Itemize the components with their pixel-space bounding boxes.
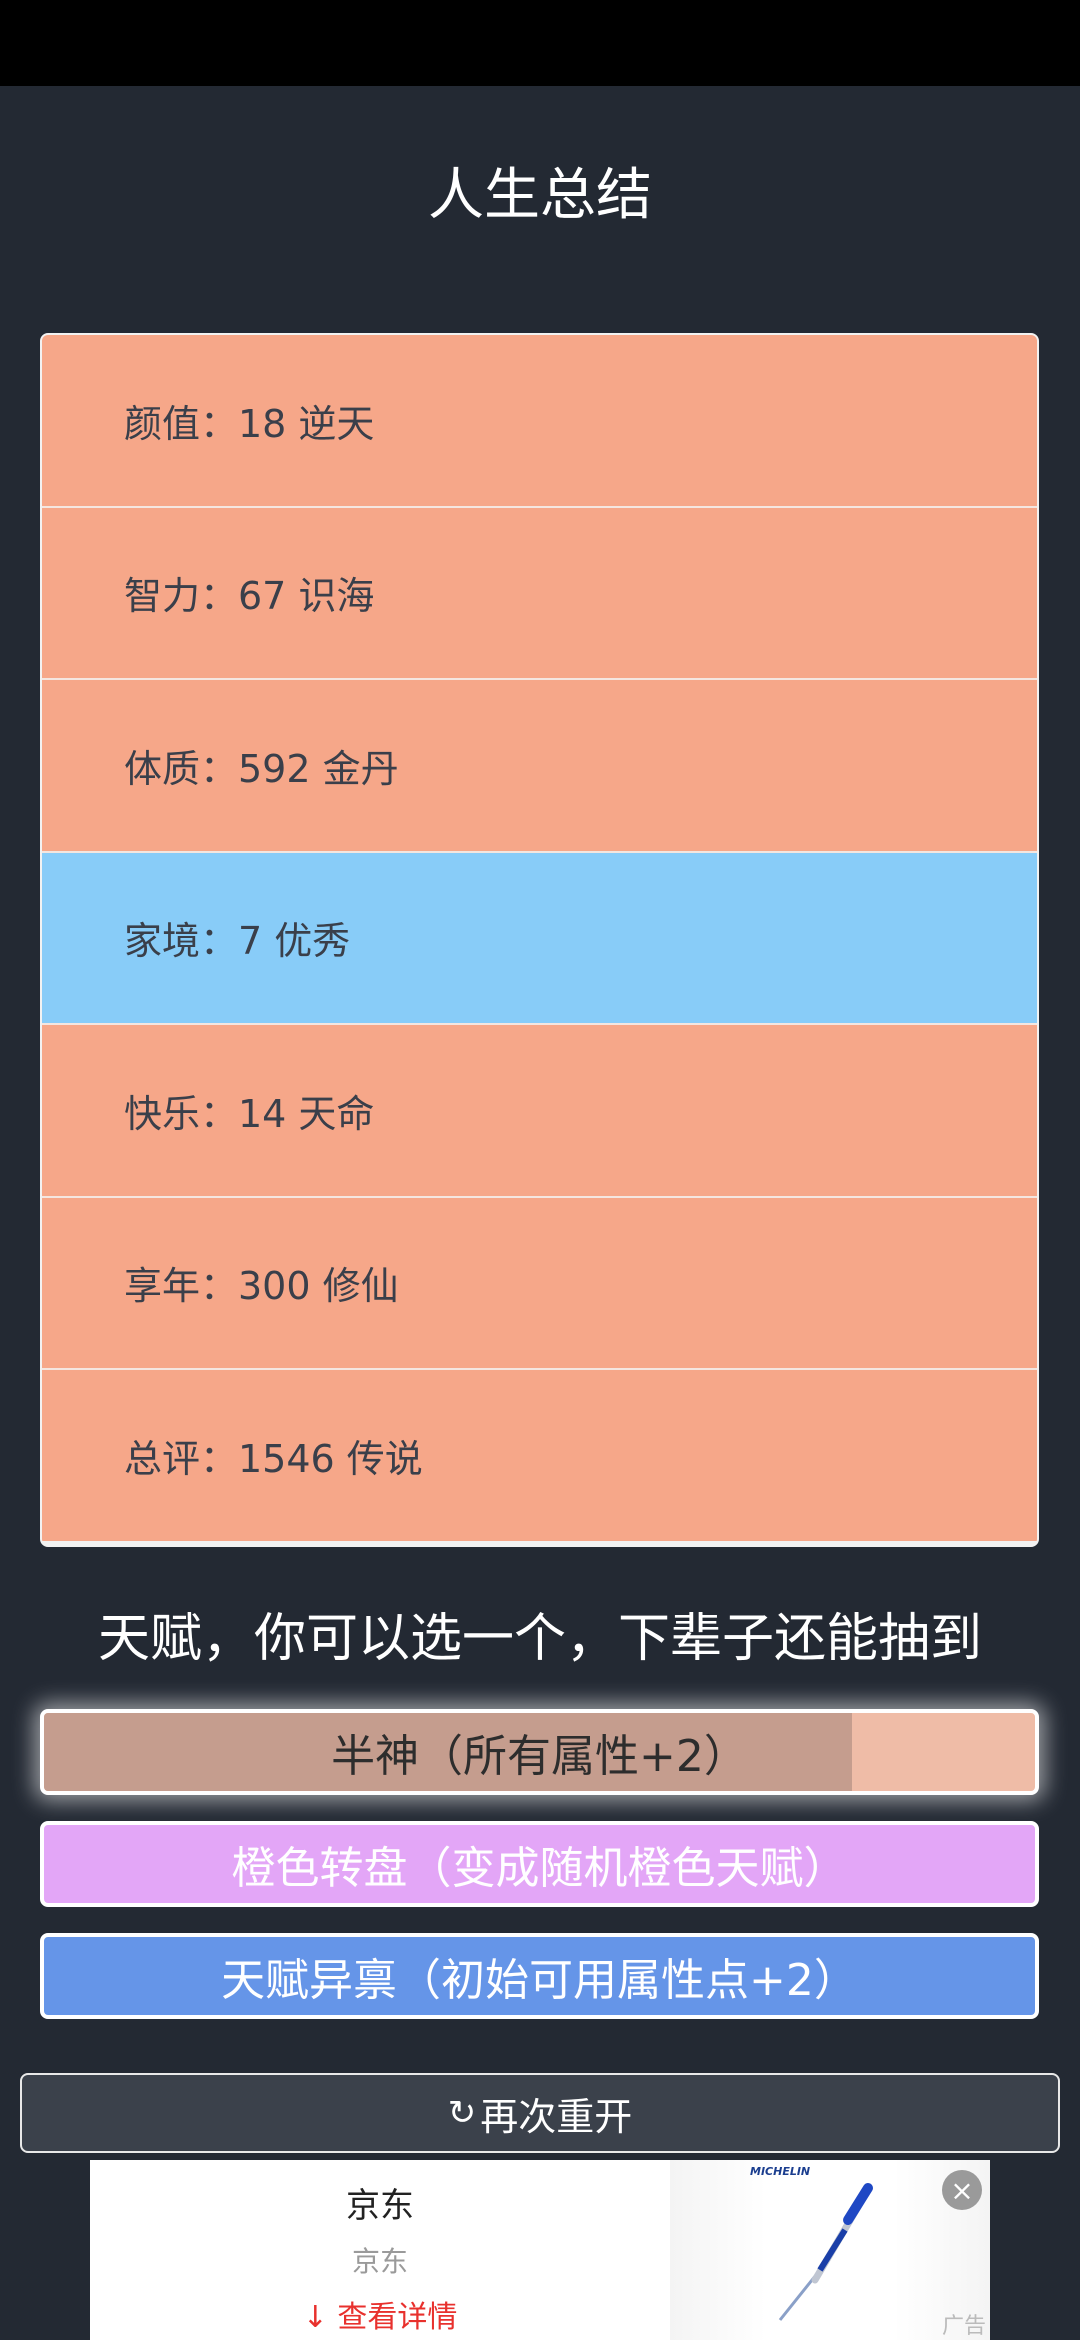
summary-row-happiness: 快乐：14 天命	[42, 1025, 1037, 1198]
restart-label: 再次重开	[480, 2094, 633, 2139]
summary-row-intelligence: 智力：67 识海	[42, 507, 1037, 680]
refresh-icon: ↻	[447, 2093, 477, 2133]
close-icon[interactable]: ×	[942, 2170, 982, 2210]
ad-tag: 广告	[942, 2314, 987, 2339]
download-arrow-icon: ↓	[302, 2300, 328, 2335]
ad-banner[interactable]: 京东 京东 ↓ 查看详情 MICHELIN × 广告	[90, 2160, 990, 2340]
summary-row-constitution: 体质：592 金丹	[42, 680, 1037, 853]
talent-heading: 天赋，你可以选一个，下辈子还能抽到	[97, 1609, 982, 1669]
ad-brand: 京东	[346, 2186, 414, 2226]
summary-list: 颜值：18 逆天 智力：67 识海 体质：592 金丹 家境：7 优秀 快乐：1…	[40, 333, 1039, 1547]
summary-row-family: 家境：7 优秀	[42, 852, 1037, 1025]
talent-option-label: 橙色转盘（变成随机橙色天赋）	[231, 1843, 848, 1894]
summary-row-overall: 总评：1546 传说	[42, 1370, 1037, 1541]
talent-option-label: 半神（所有属性+2）	[331, 1731, 748, 1782]
summary-row-lifespan: 享年：300 修仙	[42, 1197, 1037, 1370]
ad-subtitle: 京东	[351, 2245, 408, 2278]
restart-button[interactable]: ↻ 再次重开	[20, 2073, 1060, 2153]
ad-cta-link[interactable]: ↓ 查看详情	[90, 2292, 670, 2336]
talent-option-label: 天赋异禀（初始可用属性点+2）	[221, 1955, 858, 2006]
summary-row-appearance: 颜值：18 逆天	[42, 335, 1037, 508]
status-bar	[0, 0, 1080, 86]
ad-cta-label: 查看详情	[337, 2300, 458, 2335]
talent-option-gifted[interactable]: 天赋异禀（初始可用属性点+2）	[40, 1933, 1039, 2019]
ad-logo: MICHELIN	[750, 2165, 811, 2178]
talent-option-orange-wheel[interactable]: 橙色转盘（变成随机橙色天赋）	[40, 1821, 1039, 1907]
page-title: 人生总结	[428, 163, 652, 228]
talent-option-demigod[interactable]: 半神（所有属性+2）	[40, 1709, 1039, 1795]
